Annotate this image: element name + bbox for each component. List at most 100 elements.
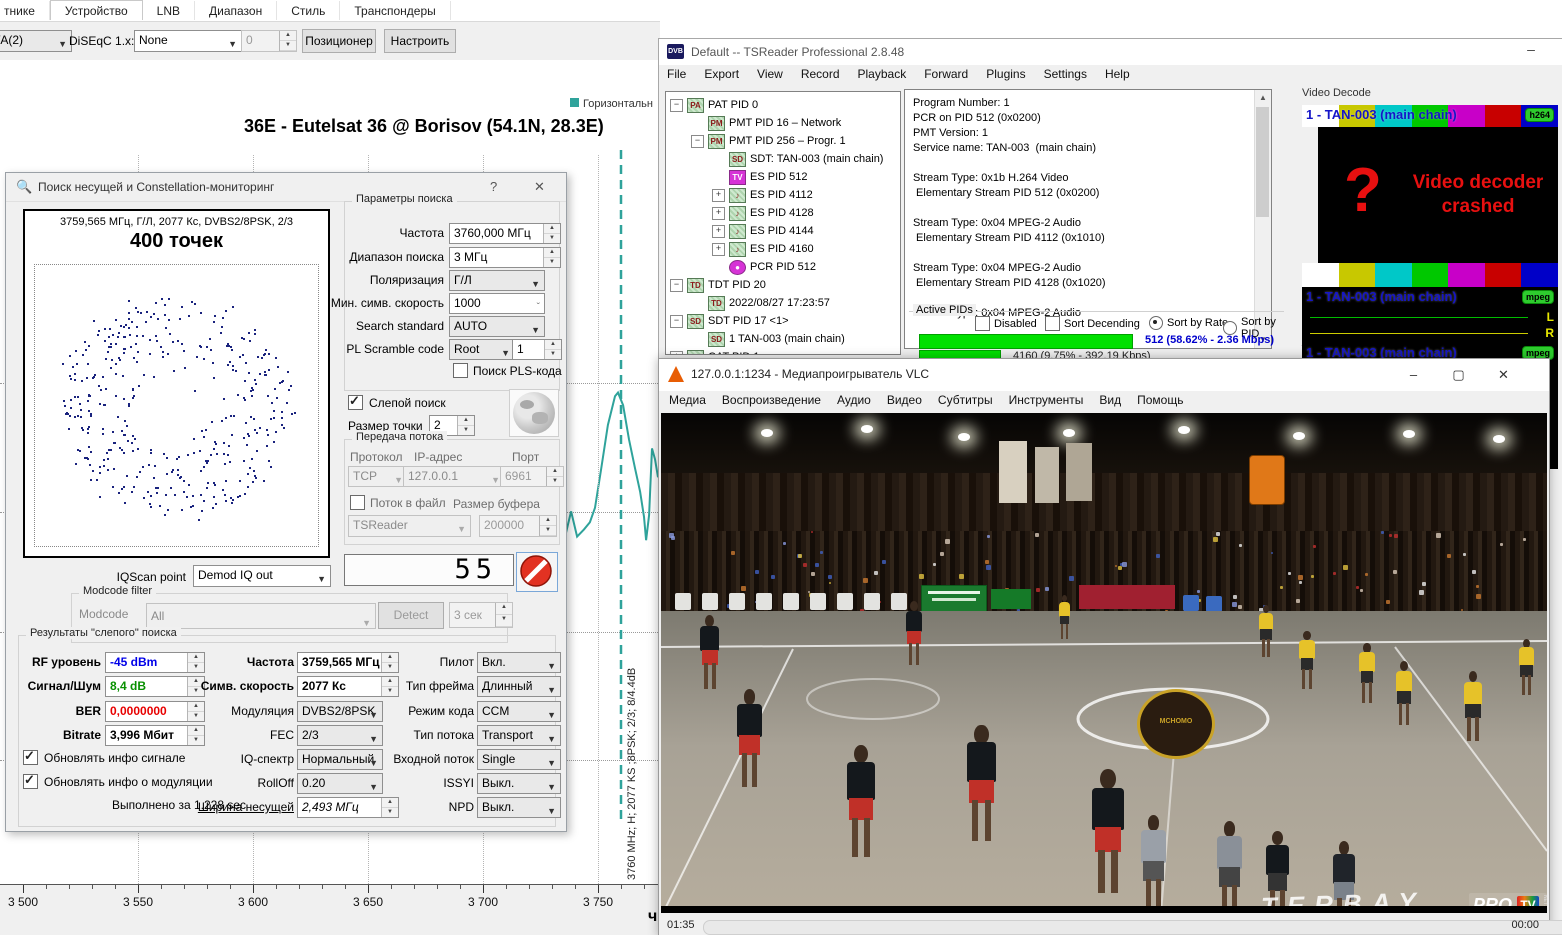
scrollbar[interactable]: ▲ ▼ [1254, 90, 1271, 348]
menu-Помощь[interactable]: Помощь [1137, 393, 1183, 407]
tree-item[interactable]: −SDSDT PID 17 <1> [666, 312, 896, 330]
tree-item[interactable]: −PMPMT PID 256 – Progr. 1 [666, 132, 896, 150]
tree-expand-icon[interactable]: + [712, 189, 725, 202]
menu-Plugins[interactable]: Plugins [986, 67, 1025, 81]
iqscan-select[interactable]: Demod IQ out▼ [193, 565, 331, 587]
menu-Медиа[interactable]: Медиа [669, 393, 706, 407]
tsreader-titlebar[interactable]: DVB Default -- TSReader Professional 2.8… [659, 39, 1562, 65]
stream-to-file-checkbox[interactable]: Поток в файл [350, 495, 446, 510]
tree-expand-icon[interactable]: + [670, 351, 683, 355]
tree-expand-icon[interactable]: − [670, 99, 683, 112]
radio[interactable] [1149, 316, 1163, 330]
device-select[interactable]: B/A(2)▼ [0, 30, 72, 52]
result-select-r0[interactable]: Вкл.▼ [477, 652, 561, 673]
tree-item[interactable]: +♪ES PID 4112 [666, 186, 896, 204]
tree-item[interactable]: +♪ES PID 4128 [666, 204, 896, 222]
update-info-checkbox-1[interactable]: Обновлять инфо о модуляции [23, 774, 213, 789]
minimize-button[interactable]: – [1391, 359, 1436, 391]
tree-expand-icon[interactable]: − [670, 279, 683, 292]
scroll-thumb[interactable] [1256, 107, 1269, 217]
tree-item[interactable]: +CACAT PID 1 [666, 348, 896, 355]
vlc-titlebar[interactable]: 127.0.0.1:1234 - Медиапроигрыватель VLC … [659, 359, 1549, 391]
sort-by-rate-radio[interactable]: Sort by Rate [1149, 316, 1228, 330]
tree-expand-icon[interactable]: − [670, 315, 683, 328]
checkbox[interactable] [23, 750, 38, 765]
radio[interactable] [1223, 321, 1237, 335]
menu-Playback[interactable]: Playback [858, 67, 907, 81]
menu-Видео[interactable]: Видео [887, 393, 922, 407]
blind-search-checkbox[interactable]: Слепой поиск [348, 395, 446, 410]
param-spinner-0[interactable]: 3760,000 МГц▲▼ [449, 223, 561, 244]
menu-Record[interactable]: Record [801, 67, 840, 81]
checkbox[interactable] [975, 316, 990, 331]
tree-item[interactable]: SD1 TAN-003 (main chain) [666, 330, 896, 348]
menu-Help[interactable]: Help [1105, 67, 1130, 81]
diseqc-select[interactable]: None▼ [134, 30, 242, 52]
checkbox[interactable] [23, 774, 38, 789]
positioner-button[interactable]: Позиционер [302, 29, 376, 53]
result-select-r2[interactable]: CCM▼ [477, 701, 561, 722]
menu-Инструменты[interactable]: Инструменты [1009, 393, 1084, 407]
param-combo-3[interactable]: 1000ˇ [449, 293, 545, 314]
pls-search-checkbox[interactable]: Поиск PLS-кода [453, 363, 562, 378]
close-icon[interactable]: ✕ [534, 179, 545, 195]
menu-Forward[interactable]: Forward [924, 67, 968, 81]
tree-item[interactable]: −TDTDT PID 20 [666, 276, 896, 294]
video-thumbnail-header[interactable]: 1 - TAN-003 (main chain) h264 [1302, 105, 1558, 127]
menu-Export[interactable]: Export [704, 67, 739, 81]
param-select-5[interactable]: Root▼ [449, 339, 515, 360]
disabled-checkbox[interactable]: Disabled [975, 316, 1037, 331]
menu-View[interactable]: View [757, 67, 783, 81]
tree-item[interactable]: +♪ES PID 4144 [666, 222, 896, 240]
checkbox[interactable] [1045, 316, 1060, 331]
tree-item[interactable]: TD2022/08/27 17:23:57 [666, 294, 896, 312]
menu-File[interactable]: File [667, 67, 686, 81]
tree-expand-icon[interactable]: + [712, 243, 725, 256]
checkbox[interactable] [453, 363, 468, 378]
tree-item[interactable]: −PAPAT PID 0 [666, 96, 896, 114]
menu-Аудио[interactable]: Аудио [837, 393, 871, 407]
result-select-r6[interactable]: Выкл.▼ [477, 797, 561, 818]
seek-slider[interactable] [703, 920, 1562, 935]
configure-button[interactable]: Настроить [384, 29, 456, 53]
tree-expand-icon[interactable]: − [691, 135, 704, 148]
checkbox[interactable] [348, 395, 363, 410]
result-select-r3[interactable]: Transport▼ [477, 725, 561, 746]
tab-Устройство[interactable]: Устройство [50, 0, 143, 20]
tab-clipped[interactable]: тнике [0, 1, 50, 20]
tab-LNB[interactable]: LNB [143, 1, 195, 20]
close-icon[interactable]: ✕ [1481, 359, 1526, 391]
param-select-4[interactable]: AUTO▼ [449, 316, 545, 337]
dialog-titlebar[interactable]: 🔍 Поиск несущей и Constellation-монитори… [6, 173, 566, 202]
tree-item[interactable]: +♪ES PID 4160 [666, 240, 896, 258]
tree-item[interactable]: TVES PID 512 [666, 168, 896, 186]
tab-Диапазон[interactable]: Диапазон [195, 1, 277, 20]
tree-expand-icon[interactable]: + [712, 207, 725, 220]
audio-row-1[interactable]: 1 - TAN-003 (main chain) mpeg [1302, 287, 1558, 309]
result-select-r4[interactable]: Single▼ [477, 749, 561, 770]
tree-item[interactable]: ●PCR PID 512 [666, 258, 896, 276]
maximize-button[interactable]: ▢ [1436, 359, 1481, 391]
menu-Settings[interactable]: Settings [1044, 67, 1087, 81]
result-select-r5[interactable]: Выкл.▼ [477, 773, 561, 794]
tree-expand-icon[interactable]: + [712, 225, 725, 238]
tree-item[interactable]: SDSDT: TAN-003 (main chain) [666, 150, 896, 168]
tree-item[interactable]: PMPMT PID 16 – Network [666, 114, 896, 132]
video-display[interactable]: MCHOMO TERBAY PRO TV NET.UA [661, 413, 1547, 913]
scroll-up-icon[interactable]: ▲ [1255, 90, 1271, 106]
sort-descending-checkbox[interactable]: Sort Decending [1045, 316, 1140, 331]
minimize-button[interactable]: – [1511, 41, 1551, 57]
menu-Субтитры[interactable]: Субтитры [938, 393, 993, 407]
param-spinner-5b[interactable]: 1▲▼ [512, 339, 562, 360]
update-info-checkbox-0[interactable]: Обновлять инфо сигнале [23, 750, 185, 765]
tab-Транспондеры[interactable]: Транспондеры [340, 1, 450, 20]
param-spinner-1[interactable]: 3 МГц▲▼ [449, 247, 561, 268]
stop-button[interactable] [516, 552, 558, 592]
checkbox[interactable] [350, 495, 365, 510]
help-button[interactable]: ? [490, 179, 497, 194]
result-select-r1[interactable]: Длинный▼ [477, 676, 561, 697]
menu-Вид[interactable]: Вид [1099, 393, 1121, 407]
param-select-2[interactable]: Г/Л▼ [449, 270, 545, 291]
tab-Стиль[interactable]: Стиль [277, 1, 340, 20]
menu-Воспроизведение[interactable]: Воспроизведение [722, 393, 821, 407]
